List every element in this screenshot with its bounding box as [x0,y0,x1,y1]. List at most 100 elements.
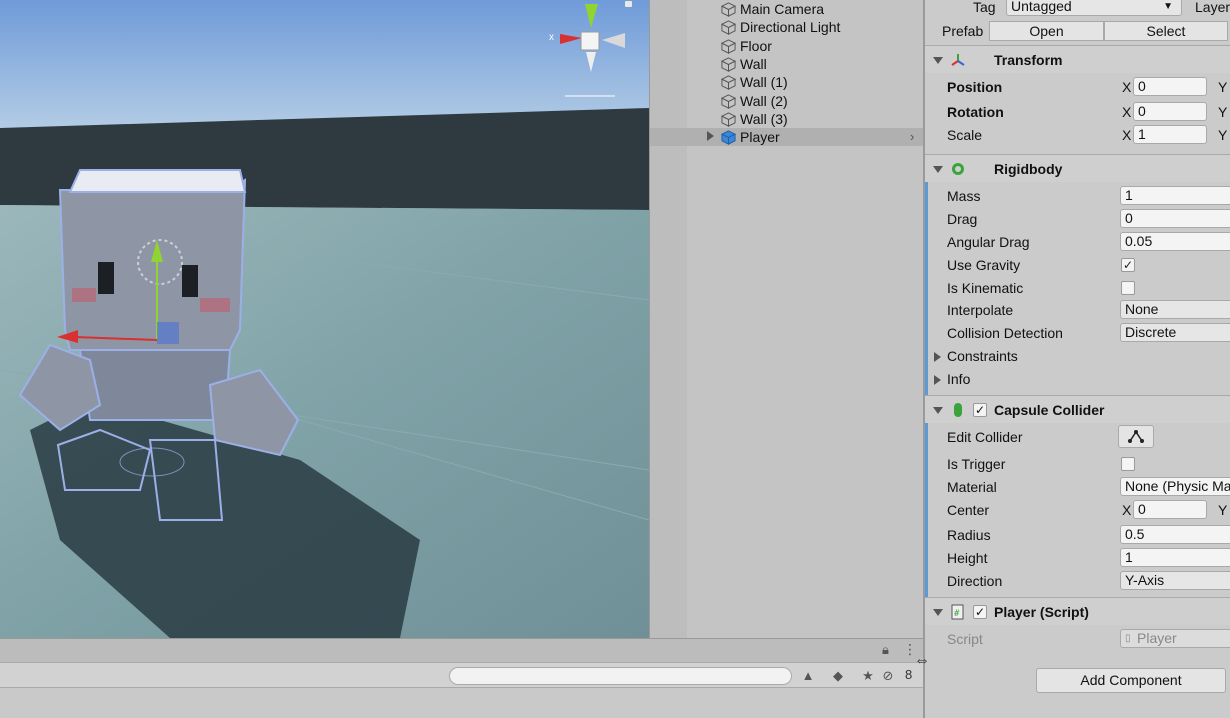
prefab-open-button[interactable]: Open [989,21,1104,41]
axis-x-label[interactable]: X [1122,79,1131,95]
interpolate-row: Interpolate None [925,299,1230,322]
mass-row: Mass 1 [925,185,1230,208]
filter-by-label-icon[interactable]: ◆ [828,667,848,685]
inspector-panel: Tag Untagged ▼ Layer Prefab Open Select … [923,0,1230,718]
capsule-collider-icon [954,403,962,417]
scale-row: Scale X 1 Y [925,124,1230,147]
hierarchy-item[interactable]: Floor [650,37,923,55]
drag-field[interactable]: 0 [1120,209,1230,228]
lock-icon[interactable]: 🔒︎ [882,642,889,658]
hierarchy-item[interactable]: Wall [650,55,923,73]
hierarchy-item[interactable]: Main Camera [650,0,923,18]
chevron-right-icon[interactable]: › [910,129,914,144]
material-field[interactable]: None (Physic Ma [1120,477,1230,496]
player-script-title: Player (Script) [994,604,1089,620]
rotation-row: Rotation X 0 Y [925,101,1230,124]
foldout-collapsed-icon[interactable] [707,131,714,142]
direction-dropdown[interactable]: Y-Axis [1120,571,1230,590]
capsule-collider-enabled-checkbox[interactable]: ✓ [973,403,987,417]
is-kinematic-checkbox[interactable] [1121,281,1135,295]
hidden-eye-icon[interactable]: ⊘ [882,667,894,685]
use-gravity-row: Use Gravity ✓ [925,254,1230,277]
height-field[interactable]: 1 [1120,548,1230,567]
filter-by-type-icon[interactable]: ▲ [798,667,818,685]
hierarchy-item-label: Player [740,129,780,146]
player-script-header[interactable]: # ✓ Player (Script) [925,597,1230,625]
search-input[interactable] [449,667,792,685]
project-toolbar: 🔍︎ ▲ ◆ ★ ⊘ 8 [0,662,923,688]
hierarchy-item-label: Wall (3) [740,110,788,127]
foldout-expanded-icon[interactable] [933,407,943,414]
foldout-collapsed-icon[interactable] [934,352,941,362]
edit-collider-button[interactable] [1118,425,1154,448]
material-row: Material None (Physic Ma [925,476,1230,499]
add-component-button[interactable]: Add Component [1036,668,1226,693]
foldout-collapsed-icon[interactable] [934,375,941,385]
axis-y-label[interactable]: Y [1218,502,1227,518]
use-gravity-checkbox[interactable]: ✓ [1121,258,1135,272]
drag-row: Drag 0 [925,208,1230,231]
gameobject-cube-icon [720,39,737,54]
favorite-star-icon[interactable]: ★ [858,667,878,685]
direction-row: Direction Y-Axis [925,570,1230,593]
gizmo-x-label: x [549,32,554,43]
capsule-collider-header[interactable]: ✓ Capsule Collider [925,395,1230,423]
hierarchy-item[interactable]: Player › [650,128,923,147]
scale-x-field[interactable]: 1 [1133,125,1207,144]
angular-drag-row: Angular Drag 0.05 [925,231,1230,254]
angular-drag-field[interactable]: 0.05 [1120,232,1230,251]
rigidbody-icon [952,163,964,175]
angular-drag-label: Angular Drag [947,234,1030,250]
rotation-x-field[interactable]: 0 [1133,102,1207,121]
hierarchy-item[interactable]: Directional Light [650,18,923,36]
script-icon: # [951,604,964,620]
scene-canvas[interactable] [0,0,649,638]
foldout-expanded-icon[interactable] [933,166,943,173]
is-trigger-checkbox[interactable] [1121,457,1135,471]
axis-x-label[interactable]: X [1122,502,1131,518]
axis-y-label[interactable]: Y [1218,127,1227,143]
mass-label: Mass [947,188,981,204]
svg-text:#: # [954,609,960,619]
gizmo-lock-icon[interactable] [625,1,632,7]
axis-x-label[interactable]: X [1122,127,1131,143]
gameobject-cube-icon [720,93,737,109]
foldout-expanded-icon[interactable] [933,57,943,64]
axis-x-label[interactable]: X [1122,104,1131,120]
collision-dropdown[interactable]: Discrete [1120,323,1230,342]
position-x-field[interactable]: 0 [1133,77,1207,96]
rigidbody-header[interactable]: Rigidbody [925,154,1230,182]
transform-header[interactable]: Transform [925,45,1230,73]
center-label: Center [947,502,990,518]
mass-field[interactable]: 1 [1120,186,1230,205]
hierarchy-item-label: Wall (1) [740,74,788,91]
gameobject-cube-icon [720,75,737,91]
hierarchy-item[interactable]: Wall (1) [650,73,923,91]
info-row[interactable]: Info [925,368,1230,391]
gameobject-cube-icon [720,57,737,72]
edit-collider-icon [1128,430,1144,443]
hierarchy-item[interactable]: Wall (2) [650,92,923,110]
hierarchy-item[interactable]: Wall (3) [650,110,923,128]
radius-field[interactable]: 0.5 [1120,525,1230,544]
axis-y-label[interactable]: Y [1218,104,1227,120]
prefab-select-button[interactable]: Select [1104,21,1228,41]
layer-label: Layer [1195,0,1230,15]
scene-view[interactable]: x [0,0,649,638]
collision-row: Collision Detection Discrete [925,322,1230,345]
direction-label: Direction [947,573,1003,589]
height-row: Height 1 [925,547,1230,570]
transform-title: Transform [994,52,1063,68]
center-x-field[interactable]: 0 [1133,500,1207,519]
player-script-enabled-checkbox[interactable]: ✓ [973,605,987,619]
axis-y-label[interactable]: Y [1218,79,1227,95]
constraints-row[interactable]: Constraints [925,345,1230,368]
interpolate-dropdown[interactable]: None [1120,300,1230,319]
collision-label: Collision Detection [947,325,1063,341]
tag-dropdown[interactable]: Untagged ▼ [1006,0,1182,16]
center-row: Center X 0 Y [925,499,1230,522]
foldout-expanded-icon[interactable] [933,609,943,616]
gameobject-cube-icon [720,112,737,127]
hierarchy-panel[interactable]: Main Camera Directional Light Floor Wall Wal… [649,0,923,638]
is-trigger-row: Is Trigger [925,453,1230,476]
